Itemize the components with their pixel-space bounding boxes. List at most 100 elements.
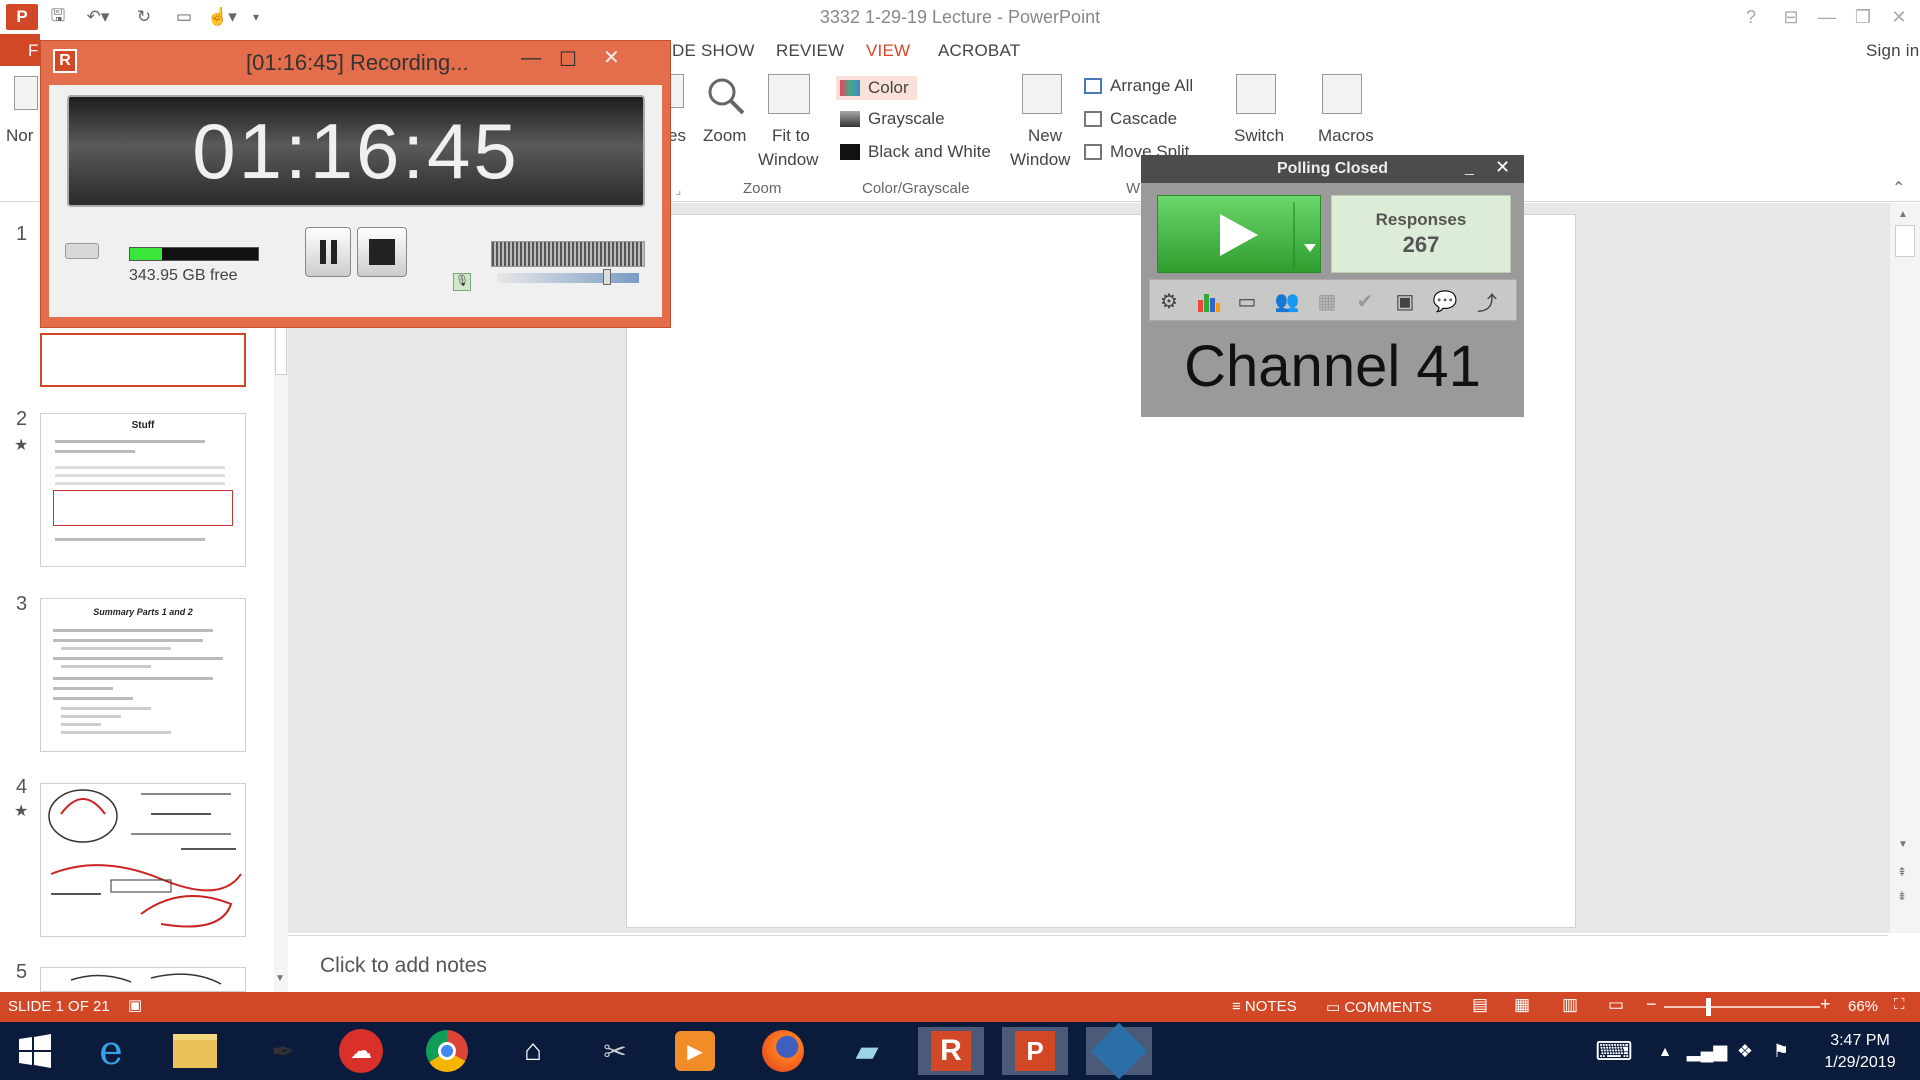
chrome-icon[interactable] [414,1027,480,1075]
notes-toggle[interactable]: ≡ NOTES [1232,998,1297,1015]
zoom-slider-thumb[interactable] [1706,998,1711,1016]
slide-thumbnail-4[interactable] [40,783,246,937]
dropbox-icon[interactable]: ❖ [1730,1027,1760,1075]
touch-keyboard-icon[interactable]: ⌨ [1586,1027,1642,1075]
stop-button[interactable] [357,227,407,277]
notes-pane[interactable]: Click to add notes [288,935,1888,991]
black-and-white-button[interactable]: Black and White [840,142,991,162]
polling-minimize-button[interactable]: _ [1465,159,1474,177]
home-icon[interactable]: ⌂ [500,1027,566,1075]
ribbon-display-icon[interactable]: ⊟ [1776,2,1806,32]
microphone-icon[interactable]: 🎙 [453,273,471,291]
maximize-button[interactable]: ❐ [1848,2,1878,32]
new-window-line1[interactable]: New [1028,126,1062,146]
spell-check-icon[interactable]: ▣ [128,996,142,1014]
help-icon[interactable]: ? [1736,2,1766,32]
recorder-maximize-button[interactable]: ☐ [559,47,577,72]
dialog-launcher-icon[interactable]: ⌟ [676,184,681,197]
fit-to-window-icon[interactable] [768,74,810,114]
export-icon[interactable]: ⤴ [1474,288,1500,315]
minimize-button[interactable]: — [1812,2,1842,32]
tab-view[interactable]: VIEW [866,41,910,61]
new-window-line2[interactable]: Window [1010,150,1070,170]
color-button[interactable]: Color [836,76,917,100]
internet-explorer-icon[interactable]: e [78,1027,144,1075]
check-icon[interactable]: ✔ [1352,288,1378,314]
comment-icon[interactable]: 💬 [1432,288,1458,314]
slide-show-icon[interactable]: ▭ [1608,995,1624,1015]
recorder-close-button[interactable]: ✕ [603,45,620,70]
new-window-icon[interactable] [1022,74,1062,114]
switch-windows-icon[interactable] [1236,74,1276,114]
zoom-slider-track[interactable] [1664,1006,1820,1008]
recorder-title-bar[interactable]: R [01:16:45] Recording... — ☐ ✕ [41,41,670,81]
bar-chart-icon[interactable] [1196,288,1222,314]
macros-icon[interactable] [1322,74,1362,114]
slide-sorter-icon[interactable]: ▦ [1514,995,1530,1015]
network-icon[interactable]: ▂▄▆ [1687,1027,1727,1075]
arrange-all-button[interactable]: Arrange All [1084,76,1193,96]
pen-tool-icon[interactable]: ✒ [250,1027,316,1075]
scroll-up-icon[interactable]: ▲ [1898,209,1908,220]
tab-acrobat[interactable]: ACROBAT [938,41,1020,61]
normal-view-label[interactable]: Nor [6,126,33,146]
image-icon[interactable]: ▣ [1392,288,1418,314]
grid-icon[interactable]: ▦ [1314,288,1340,314]
collapse-ribbon-icon[interactable]: ⌃ [1892,178,1905,198]
fit-to-window-line1[interactable]: Fit to [772,126,810,146]
slide-thumbnail-5[interactable] [40,967,246,992]
notes-app-icon[interactable]: ▰ [834,1027,900,1075]
fit-slide-icon[interactable]: ⛶ [1894,996,1905,1013]
slide-thumbnail-3[interactable]: Summary Parts 1 and 2 [40,598,246,752]
taskbar-clock[interactable]: 3:47 PM 1/29/2019 [1810,1030,1910,1074]
volume-slider[interactable] [497,273,639,283]
zoom-in-icon[interactable]: + [1820,994,1831,1015]
cloud-app-icon[interactable]: ☁ [328,1027,394,1075]
firefox-icon[interactable] [750,1027,816,1075]
file-explorer-icon[interactable] [162,1027,228,1075]
grayscale-button[interactable]: Grayscale [840,109,945,129]
zoom-out-icon[interactable]: − [1646,994,1657,1015]
zoom-icon[interactable] [706,76,746,116]
participants-icon[interactable]: 👥 [1274,288,1300,314]
monitor-icon[interactable]: ▭ [1234,288,1260,314]
reading-view-icon[interactable]: ▥ [1562,995,1578,1015]
slide-thumbnail-2[interactable]: Stuff [40,413,246,567]
editor-scrollbar[interactable]: ▲ ▼ ⇞ ⇟ [1890,203,1920,933]
pause-button[interactable] [305,227,351,277]
zoom-button[interactable]: Zoom [703,126,746,146]
show-hidden-icons-icon[interactable]: ▲ [1650,1027,1680,1075]
volume-slider-thumb[interactable] [603,269,611,285]
previous-slide-icon[interactable]: ⇞ [1897,865,1907,879]
editor-scroll-thumb[interactable] [1895,225,1915,257]
snipping-tool-icon[interactable]: ✂ [582,1027,648,1075]
scroll-down-icon[interactable]: ▼ [275,973,285,984]
comments-toggle[interactable]: ▭ COMMENTS [1326,998,1432,1016]
tab-review[interactable]: REVIEW [776,41,844,61]
macros-button[interactable]: Macros [1318,126,1374,146]
action-center-flag-icon[interactable]: ⚑ [1766,1027,1796,1075]
tab-slide-show[interactable]: DE SHOW [672,41,755,61]
switch-windows-button[interactable]: Switch [1234,126,1284,146]
slide-thumbnail-1[interactable] [40,333,246,387]
cascade-button[interactable]: Cascade [1084,109,1177,129]
recorder-minimize-button[interactable]: — [521,47,541,70]
responses-box[interactable]: Responses 267 [1331,195,1511,273]
gear-icon[interactable]: ⚙ [1156,288,1182,314]
polling-title-bar[interactable]: Polling Closed _ ✕ [1141,155,1524,183]
fit-to-window-line2[interactable]: Window [758,150,818,170]
polling-close-button[interactable]: ✕ [1495,157,1510,178]
polling-app-taskbar-icon[interactable] [1086,1022,1152,1080]
next-slide-icon[interactable]: ⇟ [1897,889,1907,903]
tab-file[interactable]: F [0,34,40,66]
media-player-icon[interactable]: ▶ [662,1027,728,1075]
start-icon[interactable] [2,1027,68,1075]
start-polling-button[interactable] [1157,195,1321,273]
powerpoint-taskbar-icon[interactable]: P [1002,1027,1068,1075]
normal-view-icon[interactable] [14,76,38,110]
scroll-down-icon[interactable]: ▼ [1898,839,1908,850]
close-button[interactable]: ✕ [1884,2,1914,32]
recorder-taskbar-icon[interactable]: R [918,1027,984,1075]
normal-view-status-icon[interactable]: ▤ [1472,995,1488,1015]
sign-in-link[interactable]: Sign in [1866,41,1919,61]
